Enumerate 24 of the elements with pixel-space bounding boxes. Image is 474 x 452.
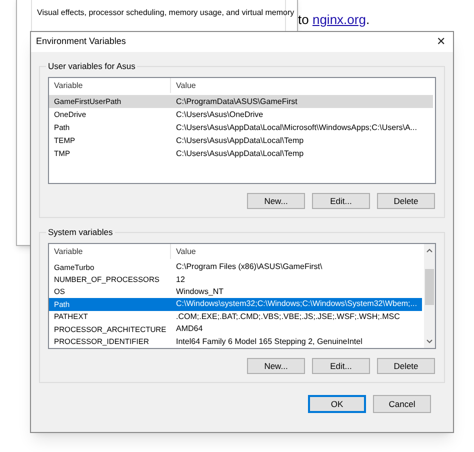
scrollbar[interactable] <box>424 244 435 348</box>
group-label: System variables <box>46 227 115 238</box>
scroll-down-icon[interactable] <box>426 339 433 344</box>
dialog-button[interactable]: Cancel <box>373 395 431 413</box>
dialog-button[interactable]: OK <box>308 395 366 413</box>
dialog-button[interactable]: Edit... <box>312 193 370 209</box>
column-header[interactable]: Value <box>171 244 422 259</box>
dialog-button[interactable]: New... <box>247 193 305 209</box>
window-title: Environment Variables <box>36 35 126 48</box>
dialog-button[interactable]: New... <box>247 358 305 374</box>
dialog-button[interactable]: Edit... <box>312 358 370 374</box>
scroll-thumb[interactable] <box>424 269 434 305</box>
dialog-button[interactable]: Delete <box>377 358 435 374</box>
column-header[interactable]: Value <box>171 78 433 93</box>
page-text: to <box>298 12 310 28</box>
dialog-button[interactable]: Delete <box>377 193 435 209</box>
group-label: User variables for Asus <box>46 61 138 72</box>
close-button[interactable]: ✕ <box>429 32 453 52</box>
description-text: Visual effects, processor scheduling, memory usage, and virtual memory <box>37 7 294 19</box>
page-text: . <box>366 12 370 28</box>
link[interactable]: nginx.org <box>312 12 366 28</box>
column-header[interactable]: Variable <box>49 78 171 93</box>
scroll-up-icon[interactable] <box>426 248 433 253</box>
column-header[interactable]: Variable <box>49 244 171 259</box>
